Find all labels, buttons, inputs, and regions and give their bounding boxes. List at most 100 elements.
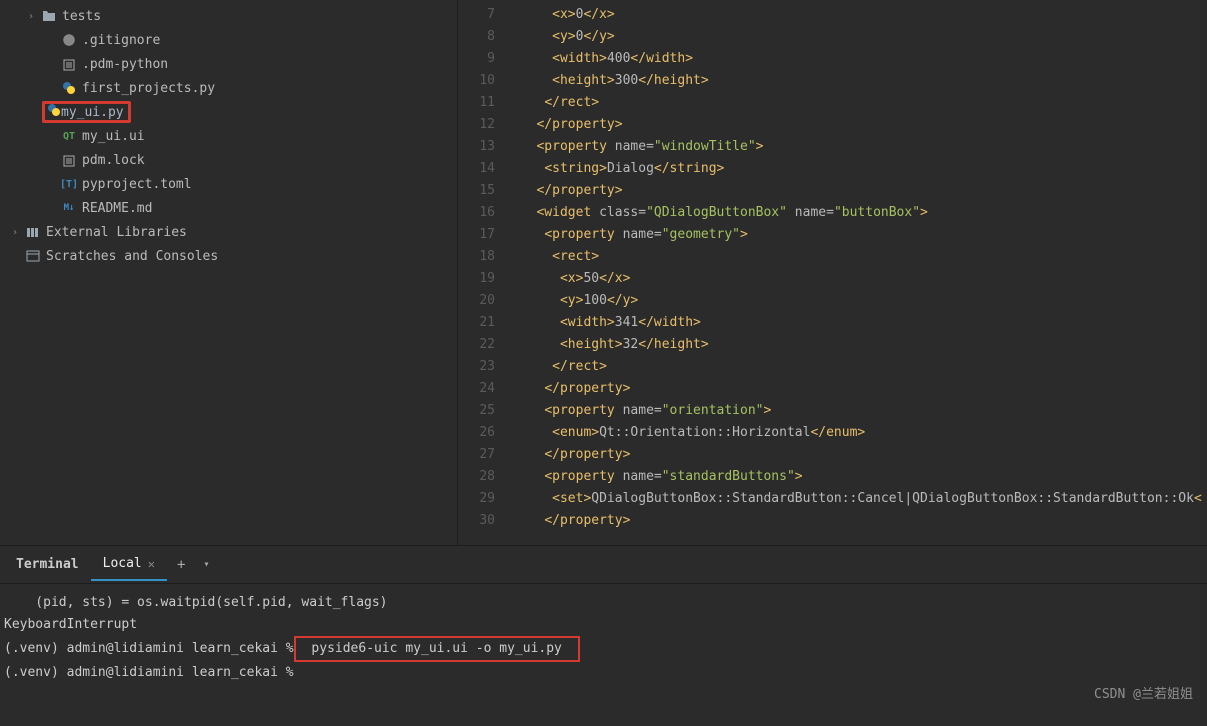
code-line[interactable]: </property>	[513, 114, 1207, 136]
terminal-line: (.venv) admin@lidiamini learn_cekai % py…	[4, 636, 1203, 662]
code-line[interactable]: <y>100</y>	[513, 290, 1207, 312]
terminal-command-highlight: pyside6-uic my_ui.ui -o my_ui.py	[294, 636, 580, 662]
code-area[interactable]: <x>0</x> <y>0</y> <width>400</width> <he…	[513, 0, 1207, 545]
code-line[interactable]: <x>50</x>	[513, 268, 1207, 290]
file-tree-label: pyproject.toml	[82, 177, 192, 192]
code-line[interactable]: </property>	[513, 510, 1207, 532]
file-tree-item[interactable]: QT my_ui.ui	[0, 124, 457, 148]
file-tree-item[interactable]: M↓ README.md	[0, 196, 457, 220]
file-tree-label: External Libraries	[46, 225, 187, 240]
file-tree-item-highlighted[interactable]: my_ui.py	[42, 101, 131, 123]
line-number: 28	[458, 466, 495, 488]
markdown-icon: M↓	[60, 203, 78, 213]
file-explorer[interactable]: › tests .gitignore .pdm-python first_project…	[0, 0, 458, 545]
file-tree-label: .pdm-python	[82, 57, 168, 72]
line-number: 21	[458, 312, 495, 334]
line-number: 13	[458, 136, 495, 158]
chevron-right-icon[interactable]: ›	[28, 11, 40, 22]
file-tree-label: README.md	[82, 201, 152, 216]
code-line[interactable]: <enum>Qt::Orientation::Horizontal</enum>	[513, 422, 1207, 444]
close-icon[interactable]: ✕	[148, 557, 155, 571]
line-number: 12	[458, 114, 495, 136]
file-tree-label: pdm.lock	[82, 153, 145, 168]
line-number: 8	[458, 26, 495, 48]
terminal-tab-bar: Terminal Local ✕ + ▾	[0, 546, 1207, 584]
terminal-output[interactable]: (pid, sts) = os.waitpid(self.pid, wait_f…	[0, 584, 1207, 692]
line-number: 26	[458, 422, 495, 444]
line-number: 10	[458, 70, 495, 92]
line-number: 7	[458, 4, 495, 26]
code-line[interactable]: <set>QDialogButtonBox::StandardButton::C…	[513, 488, 1207, 510]
line-number: 22	[458, 334, 495, 356]
line-number: 14	[458, 158, 495, 180]
code-line[interactable]: <rect>	[513, 246, 1207, 268]
code-line[interactable]: <property name="orientation">	[513, 400, 1207, 422]
gitignore-icon	[60, 33, 78, 47]
code-line[interactable]: </property>	[513, 180, 1207, 202]
ui-icon: QT	[60, 131, 78, 142]
lib-icon	[24, 226, 42, 238]
file-tree-label: my_ui.py	[61, 105, 124, 120]
terminal-add-button[interactable]: +	[167, 551, 195, 579]
line-number: 25	[458, 400, 495, 422]
code-line[interactable]: <property name="standardButtons">	[513, 466, 1207, 488]
file-tree-label: my_ui.ui	[82, 129, 145, 144]
code-line[interactable]: <string>Dialog</string>	[513, 158, 1207, 180]
code-line[interactable]: <widget class="QDialogButtonBox" name="b…	[513, 202, 1207, 224]
file-tree-item[interactable]: [T] pyproject.toml	[0, 172, 457, 196]
file-tree-label: Scratches and Consoles	[46, 249, 218, 264]
file-tree-item[interactable]: pdm.lock	[0, 148, 457, 172]
line-gutter: 7891011121314151617181920212223242526272…	[458, 0, 513, 545]
line-number: 9	[458, 48, 495, 70]
file-tree-label: first_projects.py	[82, 81, 215, 96]
line-number: 24	[458, 378, 495, 400]
terminal-line: (.venv) admin@lidiamini learn_cekai %	[4, 662, 1203, 684]
terminal-line: KeyboardInterrupt	[4, 614, 1203, 636]
file-tree-label: .gitignore	[82, 33, 160, 48]
code-line[interactable]: <height>32</height>	[513, 334, 1207, 356]
code-line[interactable]: <height>300</height>	[513, 70, 1207, 92]
code-line[interactable]: </rect>	[513, 92, 1207, 114]
code-line[interactable]: </rect>	[513, 356, 1207, 378]
file-tree-item[interactable]: .pdm-python	[0, 52, 457, 76]
code-line[interactable]: </property>	[513, 444, 1207, 466]
line-number: 16	[458, 202, 495, 224]
line-number: 11	[458, 92, 495, 114]
chevron-down-icon[interactable]: ▾	[195, 553, 217, 576]
terminal-title: Terminal	[4, 549, 91, 580]
line-number: 19	[458, 268, 495, 290]
file-tree-item[interactable]: › tests	[0, 4, 457, 28]
code-line[interactable]: <y>0</y>	[513, 26, 1207, 48]
python-icon	[60, 81, 78, 95]
python-icon	[47, 103, 61, 121]
line-number: 17	[458, 224, 495, 246]
terminal-tab-local[interactable]: Local ✕	[91, 548, 167, 581]
file-tree-item[interactable]: Scratches and Consoles	[0, 244, 457, 268]
file-tree-item[interactable]: › External Libraries	[0, 220, 457, 244]
folder-icon	[40, 10, 58, 22]
code-line[interactable]: </property>	[513, 378, 1207, 400]
line-number: 29	[458, 488, 495, 510]
terminal-tab-label: Local	[103, 556, 142, 571]
terminal-panel[interactable]: Terminal Local ✕ + ▾ (pid, sts) = os.wai…	[0, 545, 1207, 725]
code-line[interactable]: <property name="windowTitle">	[513, 136, 1207, 158]
line-number: 23	[458, 356, 495, 378]
code-line[interactable]: <width>341</width>	[513, 312, 1207, 334]
code-line[interactable]: <width>400</width>	[513, 48, 1207, 70]
file-tree-item[interactable]: .gitignore	[0, 28, 457, 52]
chevron-right-icon[interactable]: ›	[12, 227, 24, 238]
lock-icon	[60, 57, 78, 71]
line-number: 27	[458, 444, 495, 466]
line-number: 20	[458, 290, 495, 312]
code-editor[interactable]: 7891011121314151617181920212223242526272…	[458, 0, 1207, 545]
code-line[interactable]: <property name="geometry">	[513, 224, 1207, 246]
file-tree-label: tests	[62, 9, 101, 24]
scratch-icon	[24, 250, 42, 262]
file-tree-item[interactable]: first_projects.py	[0, 76, 457, 100]
terminal-line: (pid, sts) = os.waitpid(self.pid, wait_f…	[4, 592, 1203, 614]
line-number: 30	[458, 510, 495, 532]
code-line[interactable]: <x>0</x>	[513, 4, 1207, 26]
toml-icon: [T]	[60, 179, 78, 190]
lock-icon	[60, 153, 78, 167]
line-number: 15	[458, 180, 495, 202]
